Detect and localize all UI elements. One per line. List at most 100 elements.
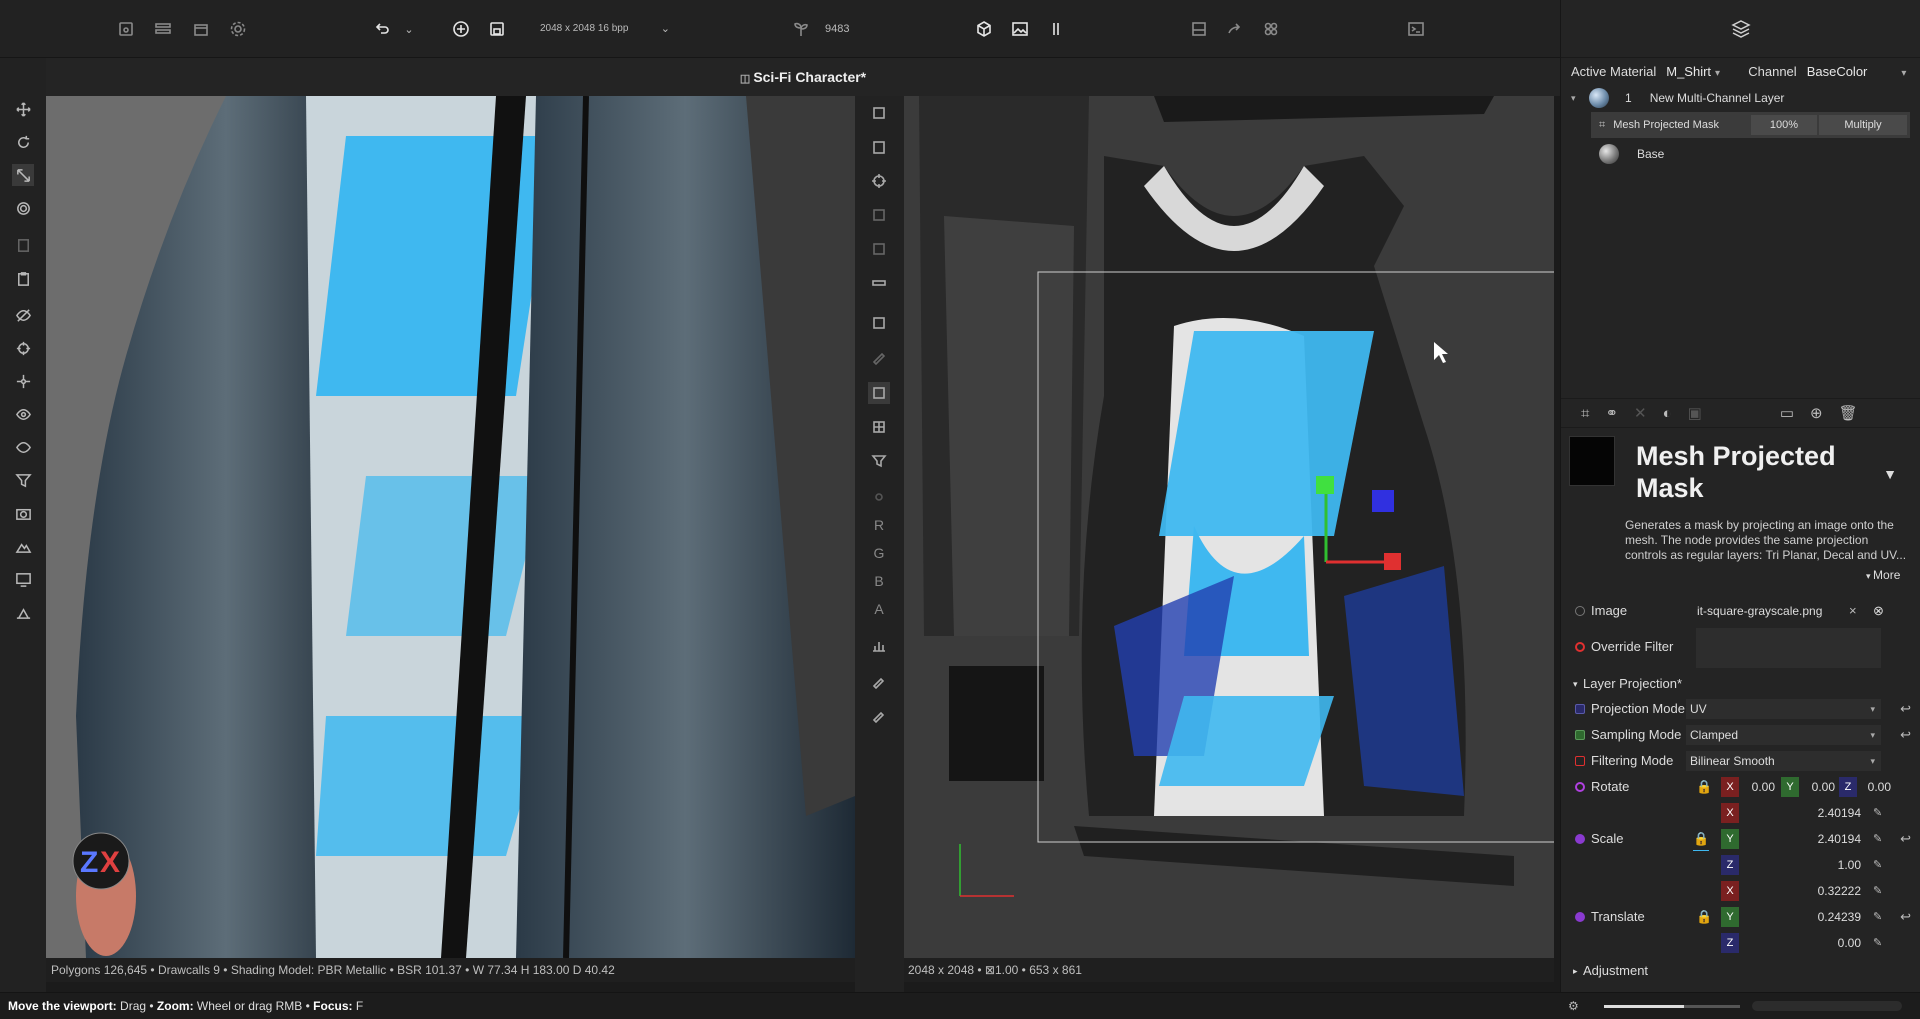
scale-z-value[interactable]: 1.00 xyxy=(1751,854,1861,876)
move-tool-icon[interactable] xyxy=(12,98,34,120)
projection-mode-dropdown[interactable]: UV ▾ xyxy=(1686,699,1881,719)
undo-history-chevron-icon[interactable]: ⌄ xyxy=(398,18,420,40)
histogram-icon[interactable] xyxy=(868,634,890,656)
rotate-z-value[interactable]: 0.00 xyxy=(1857,776,1891,798)
mask-add-icon[interactable]: ⌗ xyxy=(1581,405,1589,422)
save-small-icon[interactable] xyxy=(12,234,34,256)
scale-tool-icon[interactable] xyxy=(12,164,34,186)
channel-r[interactable]: R xyxy=(868,514,890,536)
reset-icon[interactable]: ↩ xyxy=(1900,828,1911,850)
filter-2d-icon[interactable] xyxy=(868,450,890,472)
fit-icon[interactable] xyxy=(868,204,890,226)
rotate-x-value[interactable]: 0.00 xyxy=(1741,776,1775,798)
delete-layer-icon[interactable]: 🗑 xyxy=(1839,404,1858,422)
translate-z-value[interactable]: 0.00 xyxy=(1751,932,1861,954)
override-filter-slot[interactable] xyxy=(1696,628,1881,668)
folder-add-icon[interactable]: ▭ xyxy=(1780,404,1794,422)
save-project-icon[interactable] xyxy=(115,18,137,40)
transform-icon[interactable] xyxy=(12,370,34,392)
clear-image-icon[interactable]: × xyxy=(1849,600,1857,622)
crosshair-icon[interactable] xyxy=(868,170,890,192)
terrain-icon[interactable] xyxy=(12,535,34,557)
layout-icon[interactable] xyxy=(152,18,174,40)
translate-y-value[interactable]: 0.24239 xyxy=(1751,906,1861,928)
rotate-lock-icon[interactable]: 🔒 xyxy=(1696,776,1712,798)
channel-dropdown[interactable]: BaseColor ▾ xyxy=(1807,64,1907,79)
scale-y-value[interactable]: 2.40194 xyxy=(1751,828,1861,850)
3d-viewport[interactable]: Z X xyxy=(46,96,855,958)
image-link-icon[interactable]: ⊗ xyxy=(1873,600,1884,622)
add-layer-icon[interactable]: ⊕ xyxy=(1810,404,1823,422)
contrast-icon[interactable]: ◐ xyxy=(1663,405,1672,422)
filter-icon[interactable] xyxy=(12,469,34,491)
rotate-tool-icon[interactable] xyxy=(12,131,34,153)
eyedropper-icon[interactable] xyxy=(868,670,890,692)
adjustment-section[interactable]: ▸ Adjustment xyxy=(1571,960,1911,982)
channel-b[interactable]: B xyxy=(868,570,890,592)
split-view-icon[interactable] xyxy=(1045,18,1067,40)
add-icon[interactable] xyxy=(450,18,472,40)
edit-pencil-icon[interactable]: ✎ xyxy=(1873,854,1882,876)
checker-icon[interactable] xyxy=(868,382,890,404)
settings-gear-icon[interactable] xyxy=(227,18,249,40)
channel-a[interactable]: A xyxy=(868,598,890,620)
fill-icon[interactable]: ▣ xyxy=(1688,404,1702,422)
layer-item-multichannel[interactable]: ▾ 1 New Multi-Channel Layer xyxy=(1561,84,1920,112)
rect-select-icon[interactable] xyxy=(868,312,890,334)
save-icon[interactable] xyxy=(486,18,508,40)
save-texture-icon[interactable] xyxy=(868,102,890,124)
reset-icon[interactable]: ↩ xyxy=(1900,698,1911,720)
view-icon[interactable] xyxy=(12,403,34,425)
zoom-scrollbar[interactable] xyxy=(1752,1001,1902,1011)
export-icon[interactable] xyxy=(190,18,212,40)
share-arrow-icon[interactable] xyxy=(1224,18,1246,40)
more-link[interactable]: ▾ More xyxy=(1866,568,1900,582)
sampling-mode-dropdown[interactable]: Clamped ▾ xyxy=(1686,725,1881,745)
hide-icon[interactable] xyxy=(12,304,34,326)
mask-opacity[interactable]: 100% xyxy=(1751,115,1817,135)
reset-icon[interactable]: ↩ xyxy=(1900,906,1911,928)
zoom-slider[interactable] xyxy=(1604,1005,1740,1008)
isolate-icon[interactable] xyxy=(12,436,34,458)
translate-lock-icon[interactable]: 🔒 xyxy=(1696,906,1712,928)
frame-icon[interactable] xyxy=(868,238,890,260)
mask-blend-mode[interactable]: Multiply xyxy=(1819,115,1907,135)
display-icon[interactable] xyxy=(12,568,34,590)
resolution-dropdown[interactable]: 2048 x 2048 16 bpp ⌄ xyxy=(540,18,670,40)
3d-viewport-cube-icon[interactable] xyxy=(973,18,995,40)
clipboard-icon[interactable] xyxy=(12,267,34,289)
filtering-mode-dropdown[interactable]: Bilinear Smooth ▾ xyxy=(1686,751,1881,771)
scale-lock-icon[interactable]: 🔒 xyxy=(1693,828,1710,851)
layer-item-base[interactable]: Base xyxy=(1561,140,1920,168)
camera-icon[interactable] xyxy=(12,502,34,524)
edit-pencil-icon[interactable]: ✎ xyxy=(1873,802,1882,824)
plugins-icon[interactable] xyxy=(1260,18,1282,40)
channel-g[interactable]: G xyxy=(868,542,890,564)
brush-icon[interactable] xyxy=(868,346,890,368)
scale-x-value[interactable]: 2.40194 xyxy=(1751,802,1861,824)
2d-viewport[interactable] xyxy=(904,96,1554,958)
console-icon[interactable] xyxy=(1405,18,1427,40)
edit-pencil-icon[interactable]: ✎ xyxy=(1873,906,1882,928)
eyedropper-2-icon[interactable] xyxy=(868,704,890,726)
layers-stack-icon[interactable] xyxy=(1730,18,1752,40)
image-file-value[interactable]: it-square-grayscale.png xyxy=(1693,601,1843,621)
collapse-triangle-icon[interactable]: ▼ xyxy=(1883,466,1897,482)
environment-icon[interactable] xyxy=(12,601,34,623)
target-tool-icon[interactable] xyxy=(12,197,34,219)
rotate-y-value[interactable]: 0.00 xyxy=(1801,776,1835,798)
light-icon[interactable] xyxy=(868,486,890,508)
edit-pencil-icon[interactable]: ✎ xyxy=(1873,932,1882,954)
edit-pencil-icon[interactable]: ✎ xyxy=(1873,880,1882,902)
expand-arrow-icon[interactable]: ▾ xyxy=(1561,93,1581,104)
clipboard-2d-icon[interactable] xyxy=(868,136,890,158)
pivot-icon[interactable] xyxy=(12,337,34,359)
link-icon[interactable]: ⚭ xyxy=(1605,404,1618,422)
2d-viewport-image-icon[interactable] xyxy=(1009,18,1031,40)
layer-projection-section[interactable]: ▾ Layer Projection* xyxy=(1571,673,1911,695)
undo-icon[interactable] xyxy=(371,18,393,40)
active-material-dropdown[interactable]: M_Shirt ▾ xyxy=(1666,64,1738,79)
bake-icon[interactable] xyxy=(1188,18,1210,40)
grid-icon[interactable] xyxy=(868,416,890,438)
ruler-icon[interactable] xyxy=(868,272,890,294)
